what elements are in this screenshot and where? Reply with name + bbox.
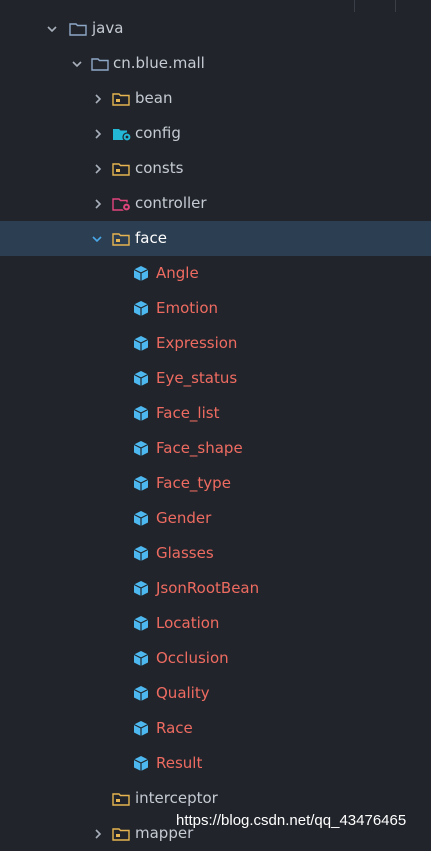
class-label: Occlusion (156, 649, 229, 667)
class-label: Quality (156, 684, 210, 702)
tree-node-class[interactable]: JsonRootBean (0, 571, 431, 606)
class-icon (133, 746, 149, 781)
class-icon (133, 676, 149, 711)
class-icon (133, 571, 149, 606)
tree-node-bean[interactable]: bean (0, 81, 431, 116)
tree-node-label: cn.blue.mall (113, 54, 205, 72)
chevron-right-icon[interactable] (92, 151, 104, 186)
tree-node-label: java (92, 19, 124, 37)
tree-node-class[interactable]: Face_type (0, 466, 431, 501)
class-label: Result (156, 754, 203, 772)
tree-node-face[interactable]: face (0, 221, 431, 256)
tree-node-class[interactable]: Angle (0, 256, 431, 291)
tree-node-package-root[interactable]: cn.blue.mall (0, 46, 431, 81)
class-icon (133, 361, 149, 396)
chevron-right-icon[interactable] (92, 116, 104, 151)
class-label: Glasses (156, 544, 214, 562)
controller-package-icon (112, 186, 132, 221)
tree-node-class[interactable]: Face_shape (0, 431, 431, 466)
package-folder-icon (91, 46, 109, 81)
chevron-down-icon[interactable] (71, 46, 83, 81)
tree-node-class[interactable]: Location (0, 606, 431, 641)
package-icon (112, 151, 130, 186)
class-icon (133, 326, 149, 361)
class-label: Expression (156, 334, 238, 352)
tree-node-java[interactable]: java (0, 11, 431, 46)
class-icon (133, 606, 149, 641)
config-package-icon (112, 116, 132, 151)
class-label: Gender (156, 509, 212, 527)
tree-node-label: config (135, 124, 181, 142)
tree-node-class[interactable]: Gender (0, 501, 431, 536)
class-label: Face_list (156, 404, 220, 422)
class-icon (133, 501, 149, 536)
chevron-down-icon[interactable] (46, 11, 58, 46)
project-tree: java cn.blue.mall bean config consts con… (0, 11, 431, 851)
tree-node-class[interactable]: Quality (0, 676, 431, 711)
class-icon (133, 396, 149, 431)
tree-node-class[interactable]: Eye_status (0, 361, 431, 396)
package-icon (112, 781, 130, 816)
chevron-right-icon[interactable] (92, 81, 104, 116)
tree-node-label: controller (135, 194, 207, 212)
tree-node-label: consts (135, 159, 184, 177)
class-label: Location (156, 614, 220, 632)
tree-node-label: interceptor (135, 789, 218, 807)
folder-icon (69, 11, 87, 46)
tree-node-interceptor[interactable]: interceptor (0, 781, 431, 816)
class-icon (133, 641, 149, 676)
chevron-right-icon[interactable] (92, 816, 104, 851)
class-icon (133, 291, 149, 326)
class-icon (133, 256, 149, 291)
class-label: Race (156, 719, 193, 737)
class-icon (133, 536, 149, 571)
tree-node-config[interactable]: config (0, 116, 431, 151)
class-label: Emotion (156, 299, 218, 317)
tree-node-consts[interactable]: consts (0, 151, 431, 186)
tree-node-class[interactable]: Result (0, 746, 431, 781)
class-icon (133, 466, 149, 501)
package-icon (112, 81, 130, 116)
tree-node-class[interactable]: Emotion (0, 291, 431, 326)
tree-node-label: bean (135, 89, 173, 107)
class-list: Angle Emotion Expression Eye_status Face_lis… (0, 256, 431, 781)
tree-node-class[interactable]: Expression (0, 326, 431, 361)
tree-node-class[interactable]: Race (0, 711, 431, 746)
class-label: Eye_status (156, 369, 238, 387)
class-label: Face_type (156, 474, 231, 492)
package-icon (112, 221, 130, 256)
class-icon (133, 431, 149, 466)
class-icon (133, 711, 149, 746)
class-label: Face_shape (156, 439, 243, 457)
class-label: Angle (156, 264, 199, 282)
class-label: JsonRootBean (156, 579, 260, 597)
tree-node-controller[interactable]: controller (0, 186, 431, 221)
watermark-url: https://blog.csdn.net/qq_43476465 (176, 812, 407, 829)
tree-node-class[interactable]: Occlusion (0, 641, 431, 676)
chevron-right-icon[interactable] (92, 186, 104, 221)
tree-node-label: face (135, 229, 167, 247)
package-icon (112, 816, 130, 851)
tree-node-class[interactable]: Face_list (0, 396, 431, 431)
tree-node-class[interactable]: Glasses (0, 536, 431, 571)
chevron-down-icon[interactable] (91, 221, 103, 256)
